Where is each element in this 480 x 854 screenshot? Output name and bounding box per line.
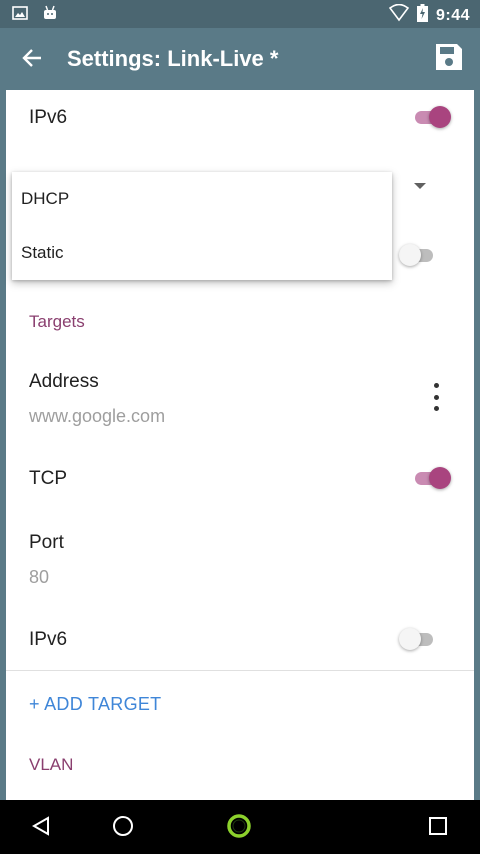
- switch-thumb: [429, 106, 451, 128]
- divider: [6, 670, 474, 671]
- battery-charging-icon: [416, 4, 428, 27]
- page-title: Settings: Link-Live *: [67, 46, 279, 71]
- mode-dropdown-arrow-icon[interactable]: [414, 183, 426, 189]
- hidden-switch[interactable]: [399, 242, 439, 268]
- ipv6-switch[interactable]: [411, 104, 451, 130]
- image-icon: [12, 5, 28, 26]
- ipv6-label: IPv6: [29, 107, 68, 128]
- wifi-icon: [388, 3, 410, 27]
- android-icon: [42, 5, 58, 26]
- back-triangle-icon: [30, 815, 52, 842]
- mode-popup-menu: DHCP Static: [12, 172, 392, 280]
- tcp-label: TCP: [29, 468, 67, 489]
- dot: [433, 406, 439, 411]
- status-bar: 9:44: [0, 0, 480, 28]
- status-bar-notifications: [12, 5, 58, 26]
- switch-thumb: [399, 628, 421, 650]
- add-target-button[interactable]: + ADD TARGET: [29, 694, 161, 715]
- save-button[interactable]: [430, 40, 468, 78]
- save-icon: [434, 42, 464, 77]
- nav-app-button[interactable]: [223, 812, 255, 844]
- address-label: Address: [29, 371, 99, 392]
- home-circle-icon: [111, 814, 135, 843]
- app-ring-icon: [225, 812, 253, 845]
- arrow-back-icon: [21, 47, 43, 74]
- back-button[interactable]: [14, 42, 50, 78]
- status-bar-system: 9:44: [388, 3, 470, 27]
- tcp-switch[interactable]: [411, 465, 451, 491]
- nav-recents-button[interactable]: [422, 812, 454, 844]
- menu-item-dhcp[interactable]: DHCP: [12, 172, 392, 226]
- app-bar: Settings: Link-Live *: [0, 28, 480, 90]
- recents-square-icon: [428, 816, 448, 841]
- target-ipv6-label: IPv6: [29, 629, 68, 650]
- nav-home-button[interactable]: [107, 812, 139, 844]
- port-label: Port: [29, 532, 64, 553]
- target-ipv6-switch[interactable]: [399, 626, 439, 652]
- vlan-section-header: VLAN: [29, 755, 74, 774]
- more-vert-icon[interactable]: [426, 379, 446, 415]
- targets-section-header: Targets: [29, 312, 85, 331]
- navigation-bar: [0, 800, 480, 854]
- menu-item-static[interactable]: Static: [12, 226, 392, 280]
- switch-thumb: [399, 244, 421, 266]
- switch-thumb: [429, 467, 451, 489]
- address-value[interactable]: www.google.com: [29, 406, 165, 427]
- dot: [433, 394, 439, 400]
- clock: 9:44: [435, 6, 470, 24]
- dot: [433, 383, 439, 388]
- nav-back-button[interactable]: [25, 812, 57, 844]
- port-value[interactable]: 80: [29, 567, 49, 588]
